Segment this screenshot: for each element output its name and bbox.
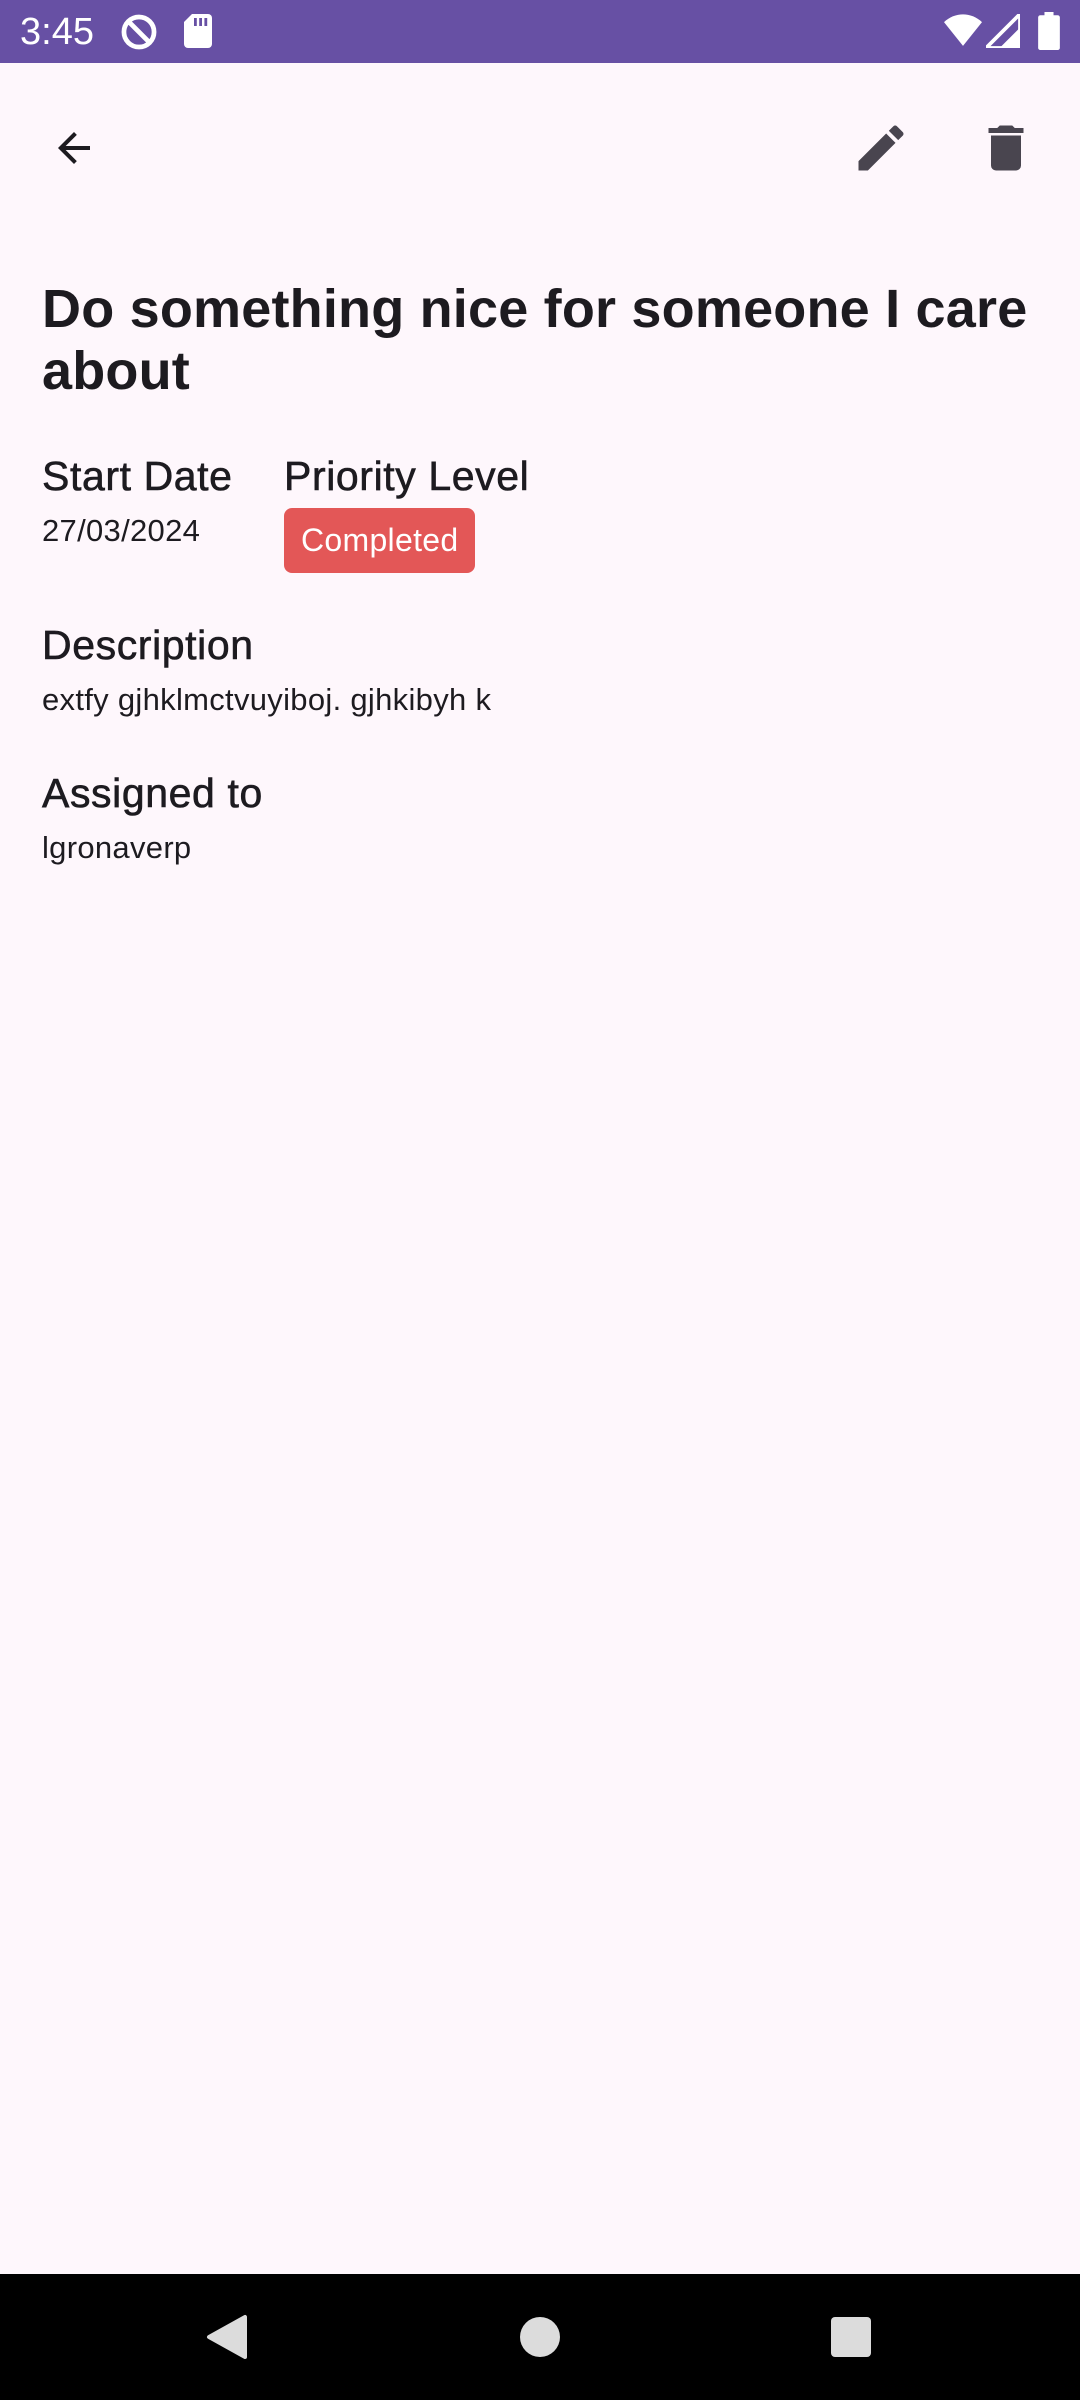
start-date-label: Start Date bbox=[42, 453, 233, 500]
arrow-back-icon bbox=[58, 132, 90, 164]
back-button[interactable] bbox=[26, 100, 122, 196]
do-not-disturb-icon bbox=[121, 14, 157, 50]
nav-back-button[interactable] bbox=[186, 2304, 266, 2370]
status-bar: 3:45 bbox=[0, 0, 1080, 63]
trash-icon bbox=[988, 125, 1024, 171]
start-date-value: 27/03/2024 bbox=[42, 513, 201, 548]
signal-icon bbox=[986, 14, 1020, 48]
assigned-section: Assigned to lgronaverp bbox=[42, 769, 1032, 867]
description-label: Description bbox=[42, 622, 254, 669]
description-value: extfy gjhklmctvuyiboj. gjhkibyh k bbox=[42, 682, 492, 717]
top-app-bar bbox=[0, 63, 1080, 231]
priority-label: Priority Level bbox=[284, 453, 530, 500]
task-meta-row: Start Date 27/03/2024 Priority Level Com… bbox=[42, 452, 1032, 573]
start-date-block: Start Date 27/03/2024 bbox=[42, 452, 284, 573]
description-section: Description extfy gjhklmctvuyiboj. gjhki… bbox=[42, 621, 1032, 719]
delete-button[interactable] bbox=[958, 100, 1054, 196]
navigation-bar bbox=[0, 2274, 1080, 2400]
edit-button[interactable] bbox=[833, 100, 929, 196]
task-detail: Do something nice for someone I care abo… bbox=[42, 278, 1032, 867]
nav-home-icon bbox=[520, 2317, 560, 2357]
status-time: 3:45 bbox=[20, 11, 94, 53]
nav-recents-icon bbox=[831, 2317, 871, 2357]
wifi-icon bbox=[944, 14, 982, 46]
battery-icon bbox=[1038, 12, 1060, 50]
nav-back-icon bbox=[207, 2315, 247, 2359]
task-title: Do something nice for someone I care abo… bbox=[42, 279, 1028, 401]
assigned-value: lgronaverp bbox=[42, 830, 192, 865]
sd-card-icon bbox=[184, 14, 212, 48]
pencil-icon bbox=[858, 125, 904, 171]
assigned-label: Assigned to bbox=[42, 770, 263, 817]
nav-recents-button[interactable] bbox=[811, 2304, 891, 2370]
priority-block: Priority Level Completed bbox=[284, 452, 684, 573]
nav-home-button[interactable] bbox=[500, 2304, 580, 2370]
status-badge: Completed bbox=[284, 508, 476, 573]
